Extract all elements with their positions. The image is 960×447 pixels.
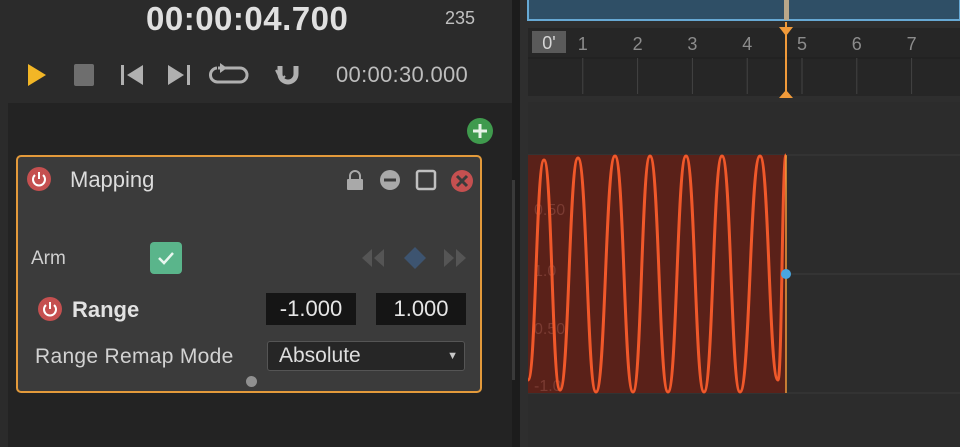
previous-key-button[interactable] [360, 245, 386, 271]
dropdown-arrow-icon: ▼ [447, 350, 458, 362]
rewind-icon [362, 249, 384, 267]
minus-circle-icon [380, 170, 400, 190]
curve-background [528, 155, 786, 393]
ruler-tick-label: 5 [797, 34, 807, 54]
ruler-tick-label: 6 [852, 34, 862, 54]
stop-button[interactable] [67, 58, 101, 92]
ruler-tick-label: 4 [742, 34, 752, 54]
ruler-tick-label: 7 [907, 34, 917, 54]
play-button[interactable] [19, 58, 53, 92]
ruler-tick-label: 3 [687, 34, 697, 54]
skip-back-icon [121, 65, 143, 85]
lock-button[interactable] [344, 169, 366, 191]
ruler-start-label: 0' [542, 33, 555, 53]
divider-grip [512, 180, 515, 380]
maximize-button[interactable] [415, 169, 437, 191]
next-key-button[interactable] [442, 245, 468, 271]
plus-icon [473, 124, 487, 138]
loop-icon [209, 63, 249, 84]
panel-title: Mapping [70, 167, 155, 192]
mapping-power-button[interactable] [27, 167, 51, 191]
power-icon [43, 302, 57, 317]
range-power-button[interactable] [38, 297, 62, 321]
previous-button[interactable] [115, 58, 149, 92]
arm-checkbox[interactable] [150, 242, 182, 274]
collapse-button[interactable] [379, 169, 401, 191]
range-min-input[interactable]: -1.000 [266, 293, 356, 325]
snap-button[interactable] [270, 58, 304, 92]
remap-mode-label: Range Remap Mode [35, 345, 234, 368]
timeline-view[interactable]: 0' 1234567 0.501.00.50-1.0 [520, 0, 960, 447]
stop-icon [74, 64, 94, 86]
diamond-icon [404, 247, 426, 269]
skip-forward-icon [168, 65, 190, 85]
panel-resize-handle[interactable] [246, 376, 257, 387]
current-time-display: 00:00:04.700 [146, 0, 349, 37]
magnet-icon [275, 66, 299, 85]
checkmark-icon [158, 252, 174, 265]
total-time-display[interactable]: 00:00:30.000 [336, 62, 468, 88]
close-icon [451, 170, 473, 192]
remap-mode-select[interactable]: Absolute ▼ [267, 341, 465, 371]
play-icon [28, 64, 46, 86]
close-button[interactable] [450, 169, 473, 192]
lock-icon [347, 170, 363, 190]
curve-y-label: 0.50 [534, 321, 565, 338]
remap-mode-value: Absolute [279, 344, 361, 367]
power-icon [32, 172, 46, 187]
ruler-tick-label: 2 [633, 34, 643, 54]
add-mapping-button[interactable] [467, 118, 493, 144]
overview-playhead [784, 0, 789, 20]
fast-forward-icon [444, 249, 466, 267]
curve-key-point[interactable] [781, 269, 791, 279]
mapping-panel: Mapping Arm Range -1.000 1.000 Range Rem… [16, 155, 482, 393]
range-max-input[interactable]: 1.000 [376, 293, 466, 325]
range-label: Range [72, 297, 140, 322]
add-key-button[interactable] [402, 245, 428, 271]
frame-number: 235 [445, 8, 476, 28]
next-button[interactable] [162, 58, 196, 92]
ruler-tick-label: 1 [578, 34, 588, 54]
arm-label: Arm [31, 248, 66, 269]
loop-button[interactable] [207, 58, 251, 92]
overview-bar[interactable] [527, 0, 960, 21]
square-icon [415, 169, 437, 191]
